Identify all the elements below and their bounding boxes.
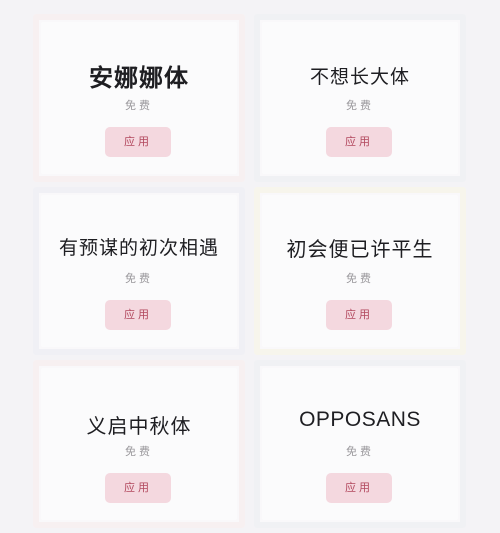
- font-name: 初会便已许平生: [286, 237, 434, 261]
- price-label: 免费: [346, 99, 374, 112]
- font-card[interactable]: 有预谋的初次相遇 免费 应用: [33, 187, 245, 355]
- font-name: 安娜娜体: [89, 63, 189, 92]
- font-card[interactable]: 不想长大体 免费 应用: [254, 14, 466, 182]
- font-card[interactable]: 义启中秋体 免费 应用: [33, 360, 245, 528]
- apply-button[interactable]: 应用: [326, 300, 392, 330]
- font-card[interactable]: 初会便已许平生 免费 应用: [254, 187, 466, 355]
- apply-button[interactable]: 应用: [326, 473, 392, 503]
- font-name: 有预谋的初次相遇: [58, 237, 219, 259]
- price-label: 免费: [346, 272, 374, 285]
- font-card[interactable]: OPPOSANS 免费 应用: [254, 360, 466, 528]
- price-label: 免费: [125, 445, 153, 458]
- apply-button[interactable]: 应用: [105, 300, 171, 330]
- apply-button[interactable]: 应用: [105, 473, 171, 503]
- font-name: OPPOSANS: [299, 408, 421, 431]
- apply-button[interactable]: 应用: [326, 127, 392, 157]
- price-label: 免费: [346, 445, 374, 458]
- font-grid: 安娜娜体 免费 应用 不想长大体 免费 应用 有预谋的初次相遇 免费 应用 初会…: [0, 0, 500, 533]
- apply-button[interactable]: 应用: [105, 127, 171, 157]
- price-label: 免费: [125, 272, 153, 285]
- font-card[interactable]: 安娜娜体 免费 应用: [33, 14, 245, 182]
- price-label: 免费: [125, 99, 153, 112]
- font-name: 义启中秋体: [86, 414, 192, 438]
- font-name: 不想长大体: [309, 66, 410, 88]
